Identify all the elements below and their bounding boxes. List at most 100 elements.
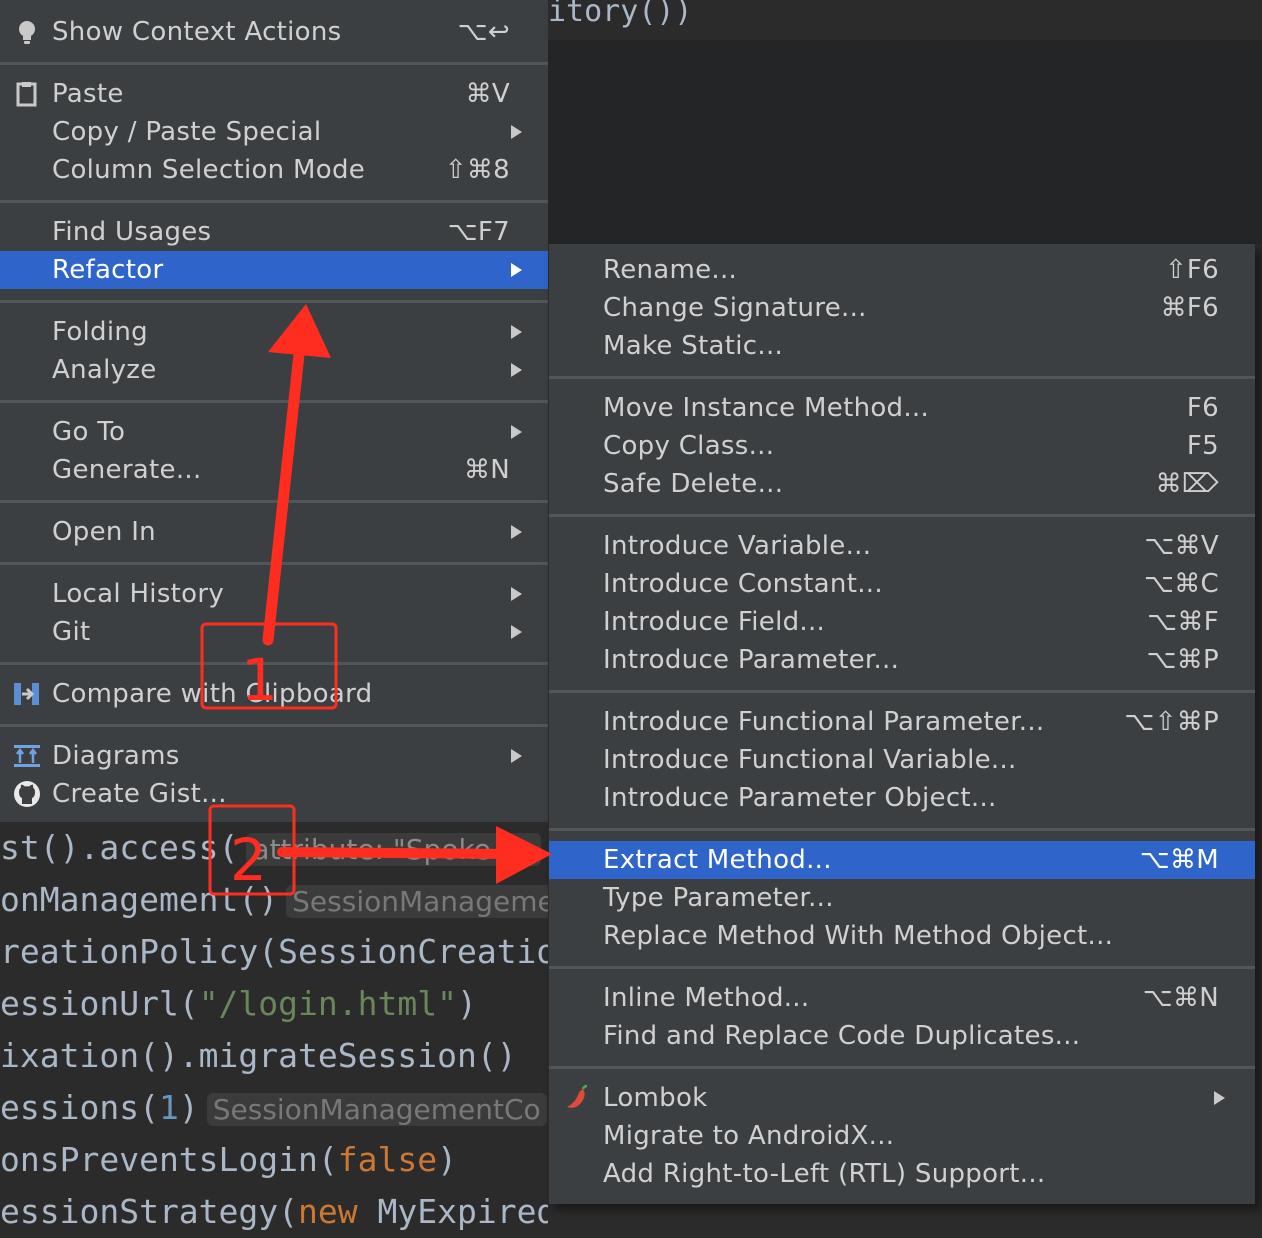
refactor-item-find-and-replace-code-duplicates[interactable]: Find and Replace Code Duplicates... — [549, 1017, 1255, 1055]
menu-item-refactor[interactable]: Refactor — [0, 251, 548, 289]
menu-item-label: Copy Class... — [603, 431, 775, 461]
code-token: ) — [178, 1088, 199, 1127]
compare-icon — [12, 679, 42, 709]
menu-item-shortcut: ⌘V — [465, 79, 510, 109]
refactor-item-migrate-to-androidx[interactable]: Migrate to AndroidX... — [549, 1117, 1255, 1155]
code-token: essions( — [0, 1088, 159, 1127]
menu-item-shortcut: ⌥⌘F — [1147, 607, 1219, 637]
refactor-item-rename[interactable]: Rename... ⇧F6 — [549, 251, 1255, 289]
code-token: onsPreventsLogin( — [0, 1140, 338, 1179]
code-line: reationPolicy(SessionCreation — [0, 926, 548, 978]
menu-item-paste[interactable]: Paste ⌘V — [0, 75, 548, 113]
menu-item-analyze[interactable]: Analyze — [0, 351, 548, 389]
code-token: essionStrategy( — [0, 1192, 299, 1231]
menu-item-label: Introduce Constant... — [603, 569, 883, 599]
lightbulb-icon — [12, 17, 42, 47]
menu-separator — [0, 400, 548, 403]
github-icon — [12, 779, 42, 809]
clipboard-icon — [12, 79, 42, 109]
code-token: SessionManageme — [286, 885, 548, 918]
refactor-item-introduce-parameter[interactable]: Introduce Parameter... ⌥⌘P — [549, 641, 1255, 679]
menu-item-label: Migrate to AndroidX... — [603, 1121, 895, 1151]
menu-item-label: Create Gist... — [52, 779, 227, 809]
code-line: essions(1) SessionManagementCo — [0, 1082, 548, 1134]
menu-separator — [0, 300, 548, 303]
menu-item-compare-with-clipboard[interactable]: Compare with Clipboard — [0, 675, 548, 713]
menu-item-shortcut: ⌥⌘P — [1146, 645, 1219, 675]
code-line: essionUrl("/login.html") — [0, 978, 548, 1030]
menu-item-create-gist[interactable]: Create Gist... — [0, 775, 548, 813]
menu-item-generate[interactable]: Generate... ⌘N — [0, 451, 548, 489]
menu-item-label: Add Right-to-Left (RTL) Support... — [603, 1159, 1046, 1189]
refactor-item-type-parameter[interactable]: Type Parameter... — [549, 879, 1255, 917]
refactor-item-lombok[interactable]: Lombok — [549, 1079, 1255, 1117]
menu-separator — [0, 200, 548, 203]
menu-item-shortcut: ⌥↩ — [457, 17, 510, 47]
refactor-item-change-signature[interactable]: Change Signature... ⌘F6 — [549, 289, 1255, 327]
code-token: ) — [456, 984, 477, 1023]
code-token: essionUrl( — [0, 984, 199, 1023]
menu-item-label: Change Signature... — [603, 293, 867, 323]
refactor-item-move-instance-method[interactable]: Move Instance Method... F6 — [549, 389, 1255, 427]
submenu-arrow-icon — [511, 587, 522, 601]
menu-item-show-context-actions[interactable]: Show Context Actions ⌥↩ — [0, 13, 548, 51]
refactor-item-copy-class[interactable]: Copy Class... F5 — [549, 427, 1255, 465]
menu-separator — [549, 1066, 1255, 1069]
code-line: ixation().migrateSession() — [0, 1030, 548, 1082]
code-token: "/login.html" — [198, 984, 457, 1023]
menu-separator — [0, 500, 548, 503]
menu-item-git[interactable]: Git — [0, 613, 548, 651]
menu-item-label: Introduce Functional Variable... — [603, 745, 1017, 775]
menu-item-label: Local History — [52, 579, 225, 609]
menu-item-column-selection-mode[interactable]: Column Selection Mode ⇧⌘8 — [0, 151, 548, 189]
refactor-item-introduce-variable[interactable]: Introduce Variable... ⌥⌘V — [549, 527, 1255, 565]
refactor-item-introduce-functional-parameter[interactable]: Introduce Functional Parameter... ⌥⇧⌘P — [549, 703, 1255, 741]
submenu-arrow-icon — [511, 125, 522, 139]
code-token: st().access( — [0, 828, 239, 867]
refactor-item-make-static[interactable]: Make Static... — [549, 327, 1255, 365]
refactor-item-introduce-functional-variable[interactable]: Introduce Functional Variable... — [549, 741, 1255, 779]
menu-item-diagrams[interactable]: Diagrams — [0, 737, 548, 775]
menu-item-label: Extract Method... — [603, 845, 832, 875]
refactor-item-replace-method-with-method-object[interactable]: Replace Method With Method Object... — [549, 917, 1255, 955]
menu-separator — [0, 562, 548, 565]
refactor-item-inline-method[interactable]: Inline Method... ⌥⌘N — [549, 979, 1255, 1017]
submenu-arrow-icon — [511, 425, 522, 439]
menu-item-label: Column Selection Mode — [52, 155, 366, 185]
code-token: onManagement() — [0, 880, 279, 919]
menu-item-find-usages[interactable]: Find Usages ⌥F7 — [0, 213, 548, 251]
menu-separator — [549, 690, 1255, 693]
refactor-item-add-right-to-left-rtl-support[interactable]: Add Right-to-Left (RTL) Support... — [549, 1155, 1255, 1193]
refactor-item-introduce-parameter-object[interactable]: Introduce Parameter Object... — [549, 779, 1255, 817]
submenu-arrow-icon — [511, 625, 522, 639]
menu-item-label: Replace Method With Method Object... — [603, 921, 1114, 951]
refactor-item-extract-method[interactable]: Extract Method... ⌥⌘M — [549, 841, 1255, 879]
code-line-top: itory()) — [548, 0, 693, 29]
code-token: SessionManagementCo — [206, 1093, 547, 1126]
menu-separator — [549, 966, 1255, 969]
menu-item-go-to[interactable]: Go To — [0, 413, 548, 451]
menu-item-shortcut: ⌘F6 — [1160, 293, 1219, 323]
menu-item-shortcut: ⌥⌘N — [1142, 983, 1219, 1013]
code-line: onManagement() SessionManageme — [0, 874, 548, 926]
refactor-item-introduce-field[interactable]: Introduce Field... ⌥⌘F — [549, 603, 1255, 641]
menu-separator — [0, 662, 548, 665]
menu-item-folding[interactable]: Folding — [0, 313, 548, 351]
menu-item-shortcut: ⌥⌘M — [1139, 845, 1219, 875]
menu-item-label: Generate... — [52, 455, 202, 485]
menu-item-local-history[interactable]: Local History — [0, 575, 548, 613]
diagram-icon — [12, 741, 42, 771]
submenu-arrow-icon — [511, 363, 522, 377]
menu-item-open-in[interactable]: Open In — [0, 513, 548, 551]
refactor-item-introduce-constant[interactable]: Introduce Constant... ⌥⌘C — [549, 565, 1255, 603]
submenu-arrow-icon — [511, 525, 522, 539]
menu-item-copy-paste-special[interactable]: Copy / Paste Special — [0, 113, 548, 151]
refactor-item-safe-delete[interactable]: Safe Delete... ⌘⌦ — [549, 465, 1255, 503]
menu-item-label: Move Instance Method... — [603, 393, 930, 423]
menu-item-label: Introduce Parameter... — [603, 645, 900, 675]
menu-item-label: Introduce Parameter Object... — [603, 783, 997, 813]
code-token: 1 — [158, 1088, 179, 1127]
menu-item-label: Analyze — [52, 355, 157, 385]
menu-item-shortcut: ⌥F7 — [447, 217, 510, 247]
code-token: MyExpiredSessionStrategy()); — [377, 1192, 548, 1231]
